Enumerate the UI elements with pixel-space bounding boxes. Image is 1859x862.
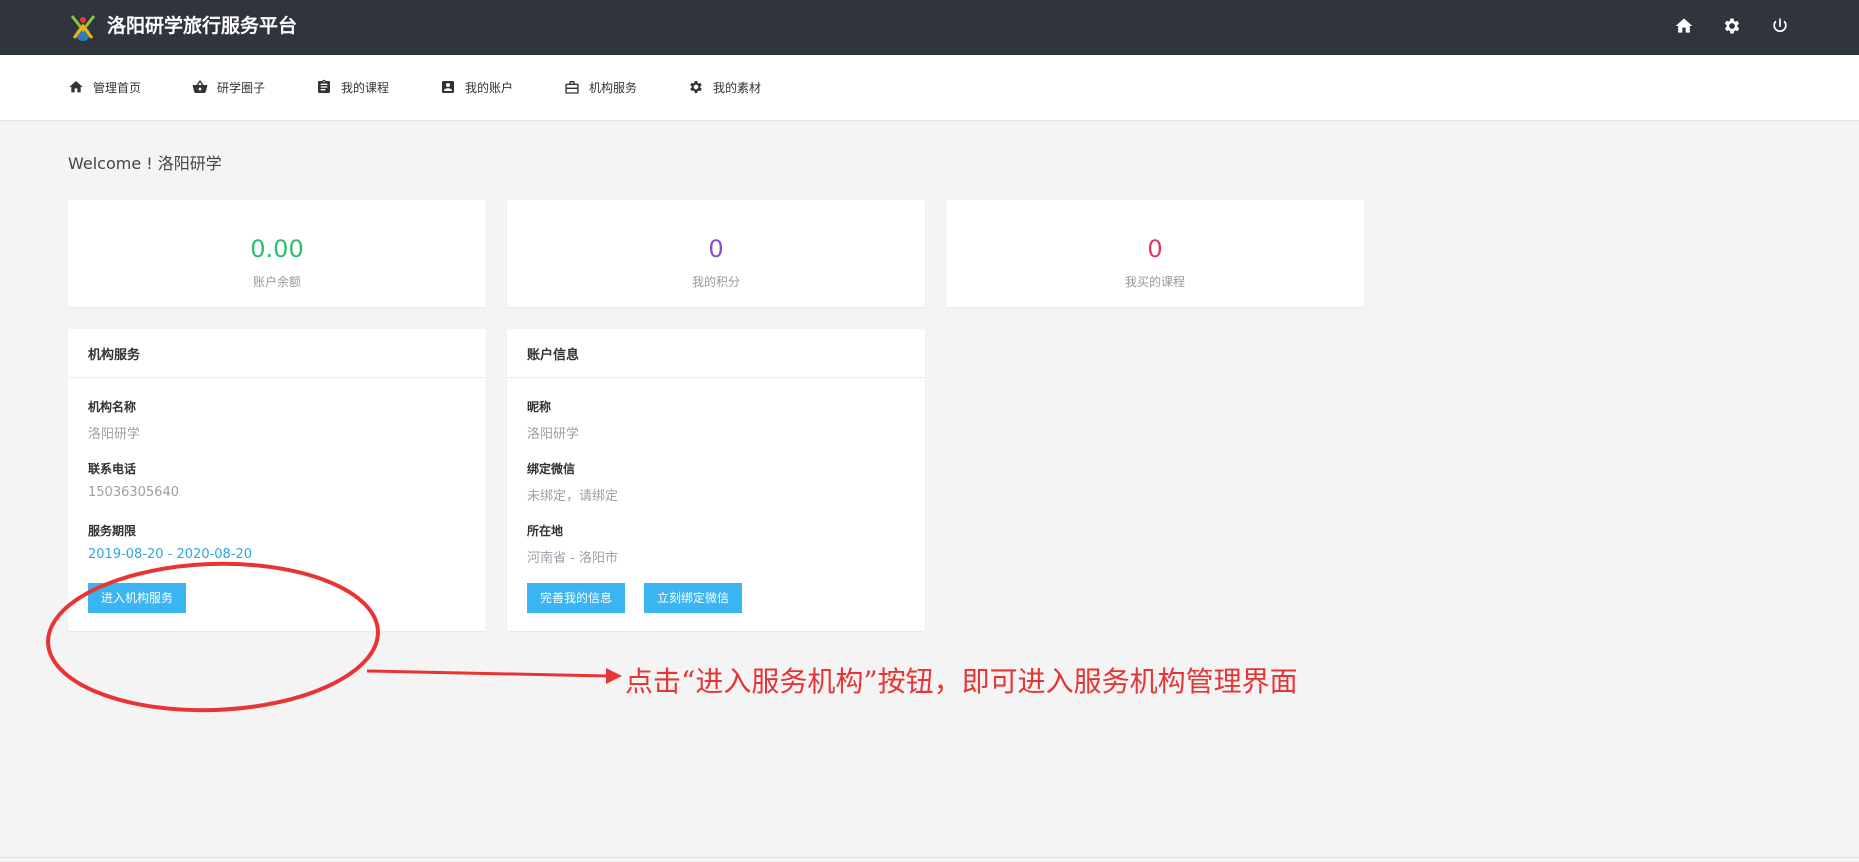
courses-label: 我买的课程: [1124, 275, 1185, 289]
footer-divider: [0, 857, 1859, 858]
nav-item-label: 我的素材: [713, 80, 762, 95]
logo-icon: [70, 15, 96, 41]
courses-card: 0 我买的课程: [946, 200, 1364, 307]
clipboard-icon: [318, 79, 330, 93]
briefcase-icon: [565, 81, 579, 94]
nav-item-circle[interactable]: 研学圈子: [192, 77, 265, 97]
nav-item-label: 研学圈子: [217, 80, 266, 95]
home-icon: [69, 81, 83, 93]
welcome-text: Welcome ! 洛阳研学: [68, 154, 222, 173]
panel-header: 账户信息: [507, 329, 925, 378]
courses-value: 0: [1147, 235, 1163, 263]
balance-card: 0.00 账户余额: [68, 200, 486, 307]
annotation-arrow-line: [366, 669, 609, 678]
annotation-arrowhead: [606, 668, 622, 684]
basket-icon: [192, 80, 208, 94]
org-name-value: 洛阳研学: [88, 427, 141, 442]
complete-info-button[interactable]: 完善我的信息: [527, 583, 626, 613]
nav-item-account[interactable]: 我的账户: [440, 77, 513, 97]
location-value: 河南省 - 洛阳市: [527, 551, 618, 566]
bind-wechat-button[interactable]: 立刻绑定微信: [644, 583, 743, 613]
enter-org-service-button[interactable]: 进入机构服务: [88, 583, 187, 613]
balance-value: 0.00: [250, 235, 304, 263]
points-value: 0: [708, 235, 724, 263]
account-info-panel: 账户信息 昵称 洛阳研学 绑定微信 未绑定，请绑定 所在地 河南省 - 洛阳市 …: [507, 329, 925, 631]
home-icon[interactable]: [1674, 16, 1694, 36]
annotation-text: 点击“进入服务机构”按钮，即可进入服务机构管理界面: [625, 665, 1298, 698]
points-card: 0 我的积分: [507, 200, 925, 307]
gear-icon: [690, 81, 702, 93]
service-period-value: 2019-08-20 - 2020-08-20: [88, 547, 253, 562]
location-label: 所在地: [527, 524, 564, 538]
nickname-value: 洛阳研学: [527, 427, 580, 442]
phone-value: 15036305640: [88, 485, 179, 500]
panel-header: 机构服务: [68, 329, 486, 378]
balance-label: 账户余额: [252, 275, 301, 289]
nickname-label: 昵称: [527, 400, 552, 414]
nav-item-courses[interactable]: 我的课程: [316, 77, 389, 97]
gear-icon[interactable]: [1722, 16, 1742, 36]
nav-item-materials[interactable]: 我的素材: [688, 77, 761, 97]
app-title: 洛阳研学旅行服务平台: [107, 15, 298, 37]
nav-item-home[interactable]: 管理首页: [68, 77, 141, 97]
nav-item-label: 管理首页: [93, 80, 142, 95]
org-name-label: 机构名称: [88, 400, 137, 414]
nav-item-label: 我的课程: [341, 80, 390, 95]
wechat-label: 绑定微信: [527, 462, 576, 476]
power-icon[interactable]: [1770, 16, 1790, 36]
account-box-icon: [442, 81, 454, 93]
main-nav: 管理首页 研学圈子 我的课程 我的账户 机构服务 我的素材: [0, 55, 1859, 121]
nav-item-org-service[interactable]: 机构服务: [564, 77, 637, 97]
points-label: 我的积分: [691, 275, 740, 289]
nav-item-label: 机构服务: [589, 80, 638, 95]
nav-item-label: 我的账户: [465, 80, 514, 95]
phone-label: 联系电话: [88, 462, 137, 476]
panel-title: 机构服务: [88, 348, 141, 363]
top-bar: 洛阳研学旅行服务平台: [0, 0, 1859, 55]
panel-title: 账户信息: [527, 348, 580, 363]
wechat-value: 未绑定，请绑定: [527, 489, 619, 504]
service-period-label: 服务期限: [88, 524, 137, 538]
org-service-panel: 机构服务 机构名称 洛阳研学 联系电话 15036305640 服务期限 201…: [68, 329, 486, 631]
